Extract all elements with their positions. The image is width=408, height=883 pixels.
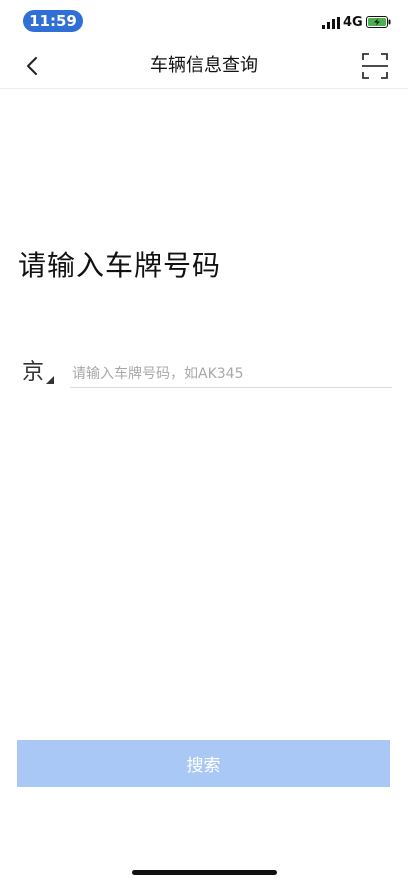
caret-icon: [46, 376, 54, 384]
province-selector[interactable]: 京: [22, 357, 58, 389]
battery-charging-icon: [366, 16, 391, 28]
back-button[interactable]: [18, 51, 48, 81]
plate-number-input[interactable]: [70, 361, 392, 388]
input-heading: 请输入车牌号码: [18, 249, 222, 282]
nav-bar: 车辆信息查询: [0, 44, 408, 89]
scan-icon[interactable]: [362, 53, 388, 79]
network-type: 4G: [343, 15, 363, 30]
home-indicator: [132, 870, 277, 875]
status-bar: 11:59 4G: [0, 0, 408, 44]
province-label: 京: [22, 360, 45, 385]
search-button[interactable]: 搜索: [17, 740, 390, 787]
plate-input-row: 京: [22, 357, 392, 389]
page-title: 车辆信息查询: [150, 55, 258, 76]
status-time: 11:59: [23, 10, 83, 32]
screen: 11:59 4G 车辆信息查询 请输入车牌号码 京 请输入车牌号码，如AK345…: [0, 0, 408, 883]
signal-icon: [322, 17, 340, 29]
